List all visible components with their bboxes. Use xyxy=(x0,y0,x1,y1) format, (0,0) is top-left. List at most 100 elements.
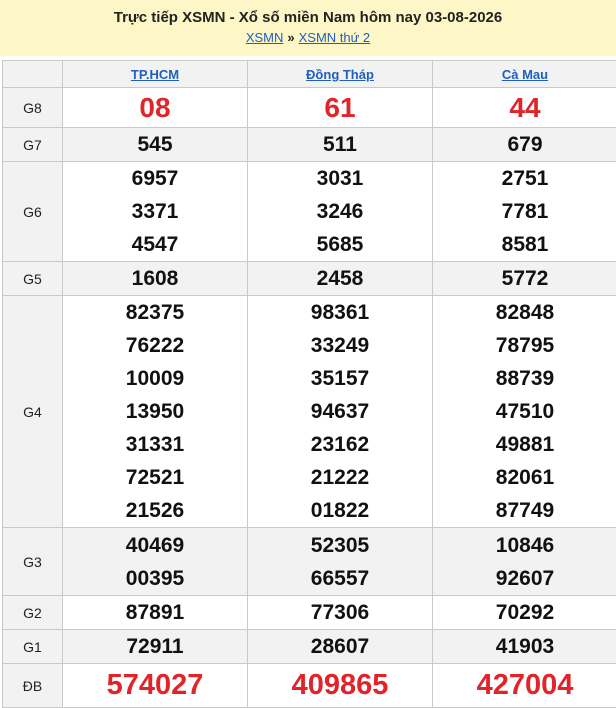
result-number: 23162 xyxy=(248,428,432,461)
result-number: 2751 xyxy=(433,162,616,195)
page-title: Trực tiếp XSMN - Xổ số miền Nam hôm nay … xyxy=(0,8,616,28)
prize-cell: 44 xyxy=(433,88,616,128)
result-number: 31331 xyxy=(63,428,247,461)
prize-label: G6 xyxy=(3,162,63,262)
page-header: Trực tiếp XSMN - Xổ số miền Nam hôm nay … xyxy=(0,0,616,56)
result-number: 2458 xyxy=(248,262,432,295)
column-header: TP.HCM xyxy=(63,61,248,88)
prize-label: G5 xyxy=(3,262,63,296)
prize-cell: 1608 xyxy=(63,262,248,296)
result-number: 87749 xyxy=(433,494,616,527)
province-link-ca-mau[interactable]: Cà Mau xyxy=(502,67,548,82)
result-number: 98361 xyxy=(248,296,432,329)
prize-label: G8 xyxy=(3,88,63,128)
prize-cell: 679 xyxy=(433,128,616,162)
prize-cell: 08 xyxy=(63,88,248,128)
result-number: 574027 xyxy=(63,664,247,707)
prize-row-g4: G482375762221000913950313317252121526983… xyxy=(3,296,616,528)
result-number: 92607 xyxy=(433,562,616,595)
prize-label: G3 xyxy=(3,528,63,596)
prize-label: G7 xyxy=(3,128,63,162)
result-number: 01822 xyxy=(248,494,432,527)
result-number: 5772 xyxy=(433,262,616,295)
result-number: 3371 xyxy=(63,195,247,228)
prize-cell: 427004 xyxy=(433,664,616,708)
breadcrumb-xsmn-thu2-link[interactable]: XSMN thứ 2 xyxy=(299,30,371,45)
result-number: 44 xyxy=(433,89,616,127)
prize-row-g7: G7545511679 xyxy=(3,128,616,162)
result-number: 61 xyxy=(248,89,432,127)
prize-row-g1: G1729112860741903 xyxy=(3,630,616,664)
prize-label: G1 xyxy=(3,630,63,664)
prize-row-g5: G5160824585772 xyxy=(3,262,616,296)
result-number: 40469 xyxy=(63,529,247,562)
result-number: 10009 xyxy=(63,362,247,395)
prize-cell: 61 xyxy=(248,88,433,128)
result-number: 77306 xyxy=(248,596,432,629)
result-number: 88739 xyxy=(433,362,616,395)
prize-cell: 574027 xyxy=(63,664,248,708)
column-header: Cà Mau xyxy=(433,61,616,88)
result-number: 72521 xyxy=(63,461,247,494)
result-number: 82375 xyxy=(63,296,247,329)
result-number: 4547 xyxy=(63,228,247,261)
prize-cell: 70292 xyxy=(433,596,616,630)
result-number: 49881 xyxy=(433,428,616,461)
result-number: 511 xyxy=(248,128,432,161)
result-number: 1608 xyxy=(63,262,247,295)
result-number: 7781 xyxy=(433,195,616,228)
prize-cell: 2458 xyxy=(248,262,433,296)
prize-cell: 82375762221000913950313317252121526 xyxy=(63,296,248,528)
prize-row-g8: G8086144 xyxy=(3,88,616,128)
result-number: 10846 xyxy=(433,529,616,562)
result-number: 5685 xyxy=(248,228,432,261)
result-number: 3031 xyxy=(248,162,432,195)
result-number: 13950 xyxy=(63,395,247,428)
prize-cell: 4046900395 xyxy=(63,528,248,596)
result-number: 08 xyxy=(63,89,247,127)
prize-cell: 41903 xyxy=(433,630,616,664)
prize-row-db: ĐB574027409865427004 xyxy=(3,664,616,708)
result-number: 82848 xyxy=(433,296,616,329)
prize-cell: 82848787958873947510498818206187749 xyxy=(433,296,616,528)
result-number: 21526 xyxy=(63,494,247,527)
province-link-dong-thap[interactable]: Đồng Tháp xyxy=(306,67,374,82)
results-table: TP.HCM Đồng Tháp Cà Mau G8086144G7545511… xyxy=(2,60,616,708)
result-number: 00395 xyxy=(63,562,247,595)
corner-cell xyxy=(3,61,63,88)
prize-row-g3: G3404690039552305665571084692607 xyxy=(3,528,616,596)
prize-cell: 72911 xyxy=(63,630,248,664)
prize-row-g6: G6695733714547303132465685275177818581 xyxy=(3,162,616,262)
result-number: 409865 xyxy=(248,664,432,707)
column-header: Đồng Tháp xyxy=(248,61,433,88)
result-number: 679 xyxy=(433,128,616,161)
prize-cell: 77306 xyxy=(248,596,433,630)
prize-cell: 98361332493515794637231622122201822 xyxy=(248,296,433,528)
result-number: 82061 xyxy=(433,461,616,494)
prize-cell: 409865 xyxy=(248,664,433,708)
breadcrumb: XSMN» XSMN thứ 2 xyxy=(0,29,616,47)
result-number: 70292 xyxy=(433,596,616,629)
prize-cell: 545 xyxy=(63,128,248,162)
result-number: 78795 xyxy=(433,329,616,362)
breadcrumb-xsmn-link[interactable]: XSMN xyxy=(246,30,284,45)
result-number: 47510 xyxy=(433,395,616,428)
province-link-tphcm[interactable]: TP.HCM xyxy=(131,67,179,82)
prize-row-g2: G2878917730670292 xyxy=(3,596,616,630)
prize-label: ĐB xyxy=(3,664,63,708)
breadcrumb-separator: » xyxy=(287,30,294,45)
result-number: 52305 xyxy=(248,529,432,562)
prize-label: G4 xyxy=(3,296,63,528)
prize-cell: 87891 xyxy=(63,596,248,630)
result-number: 8581 xyxy=(433,228,616,261)
result-number: 72911 xyxy=(63,630,247,663)
table-header-row: TP.HCM Đồng Tháp Cà Mau xyxy=(3,61,616,88)
result-number: 21222 xyxy=(248,461,432,494)
prize-cell: 695733714547 xyxy=(63,162,248,262)
result-number: 35157 xyxy=(248,362,432,395)
result-number: 41903 xyxy=(433,630,616,663)
prize-cell: 511 xyxy=(248,128,433,162)
result-number: 66557 xyxy=(248,562,432,595)
result-number: 3246 xyxy=(248,195,432,228)
prize-cell: 303132465685 xyxy=(248,162,433,262)
